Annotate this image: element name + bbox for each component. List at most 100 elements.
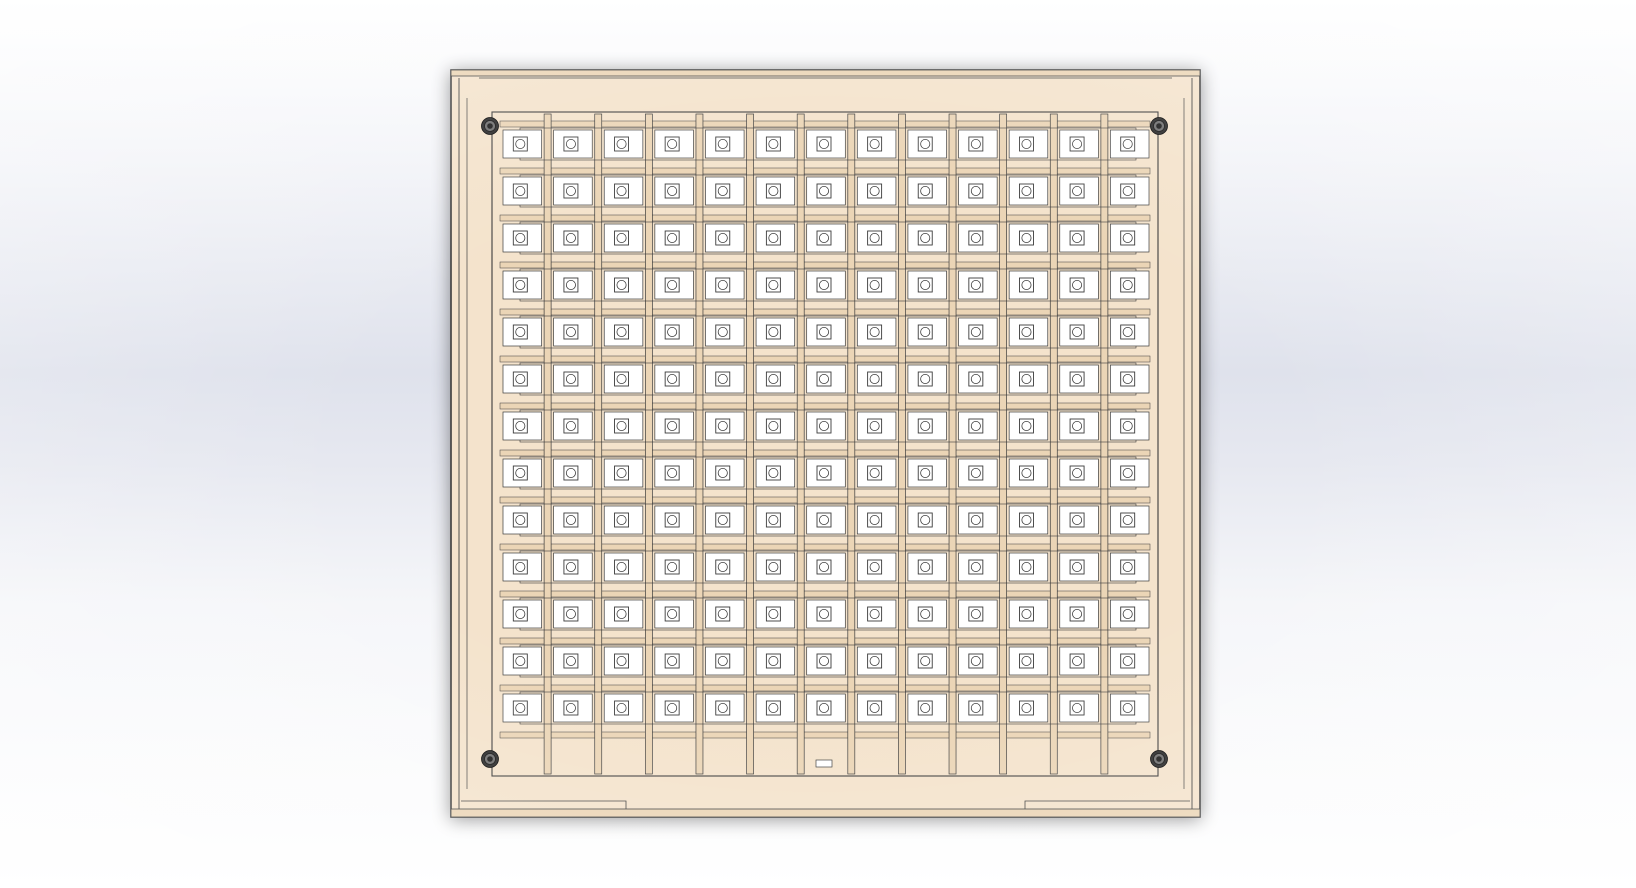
component-pad-icon (968, 230, 984, 246)
frame-bottom-lip (450, 808, 1201, 818)
component-pad-icon (715, 230, 731, 246)
component-pad-icon (512, 136, 528, 152)
column-rib (948, 113, 957, 775)
column-rib (543, 113, 552, 775)
component-pad-icon (867, 653, 883, 669)
component-pad-icon (664, 324, 680, 340)
component-pad-icon (1069, 465, 1085, 481)
component-pad-icon (968, 606, 984, 622)
component-pad-icon (867, 183, 883, 199)
component-pad-icon (563, 277, 579, 293)
column-rib (695, 113, 704, 775)
component-pad-icon (1019, 324, 1034, 340)
component-pad-icon (563, 700, 579, 716)
component-pad-icon (563, 371, 579, 387)
component-pad-icon (563, 559, 579, 575)
component-pad-icon (1019, 183, 1034, 199)
component-pad-icon (614, 324, 629, 340)
component-pad-icon (1120, 277, 1136, 293)
component-pad-icon (765, 183, 781, 199)
component-pad-icon (715, 465, 731, 481)
component-pad-icon (765, 324, 781, 340)
column-rib (594, 113, 603, 775)
component-pad-icon (1069, 653, 1085, 669)
mounting-hole-icon (1150, 750, 1168, 768)
mounting-hole-icon (481, 750, 499, 768)
column-rib (796, 113, 805, 775)
component-pad-icon (715, 606, 731, 622)
component-pad-icon (765, 512, 781, 528)
component-pad-icon (715, 700, 731, 716)
component-pad-icon (968, 700, 984, 716)
component-pad-icon (512, 418, 528, 434)
component-pad-icon (614, 136, 629, 152)
component-pad-icon (816, 136, 832, 152)
component-pad-icon (1069, 230, 1085, 246)
component-pad-icon (765, 230, 781, 246)
component-pad-icon (917, 418, 933, 434)
panel-model[interactable] (0, 0, 1636, 888)
component-pad-icon (614, 465, 629, 481)
component-pad-icon (765, 418, 781, 434)
component-pad-icon (614, 277, 629, 293)
component-pad-icon (614, 183, 629, 199)
component-pad-icon (614, 559, 629, 575)
component-pad-icon (715, 418, 731, 434)
component-pad-icon (917, 653, 933, 669)
component-pad-icon (614, 418, 629, 434)
component-pad-icon (1019, 230, 1034, 246)
component-pad-icon (512, 230, 528, 246)
column-rib (746, 113, 754, 775)
component-pad-icon (563, 512, 579, 528)
cad-viewport[interactable] (0, 0, 1636, 888)
component-pad-icon (563, 324, 579, 340)
component-pad-icon (614, 230, 629, 246)
component-pad-icon (614, 653, 629, 669)
component-pad-icon (512, 183, 528, 199)
component-pad-icon (614, 606, 629, 622)
component-pad-icon (968, 512, 984, 528)
component-pad-icon (917, 465, 933, 481)
component-pad-icon (614, 700, 629, 716)
component-pad-icon (1019, 136, 1034, 152)
frame-top-lip (450, 69, 1201, 77)
component-pad-icon (968, 418, 984, 434)
component-pad-icon (563, 183, 579, 199)
component-pad-icon (816, 653, 832, 669)
component-pad-icon (664, 653, 680, 669)
column-rib (1100, 113, 1109, 775)
component-pad-icon (1019, 371, 1034, 387)
component-pad-icon (867, 559, 883, 575)
component-pad-icon (816, 277, 832, 293)
component-pad-icon (1019, 277, 1034, 293)
component-pad-icon (1120, 418, 1136, 434)
inner-plate (491, 111, 1159, 777)
component-pad-icon (1120, 606, 1136, 622)
component-pad-icon (917, 277, 933, 293)
component-pad-icon (614, 512, 629, 528)
component-pad-icon (1069, 559, 1085, 575)
component-pad-icon (867, 230, 883, 246)
component-pad-icon (715, 653, 731, 669)
component-pad-icon (968, 277, 984, 293)
column-rib (1049, 113, 1058, 775)
component-pad-icon (816, 465, 832, 481)
component-pad-icon (664, 512, 680, 528)
component-pad-icon (1069, 183, 1085, 199)
component-pad-icon (664, 559, 680, 575)
component-pad-icon (968, 324, 984, 340)
component-pad-icon (1120, 653, 1136, 669)
component-pad-icon (1019, 465, 1034, 481)
component-pad-icon (1069, 277, 1085, 293)
component-pad-icon (867, 371, 883, 387)
component-pad-icon (816, 700, 832, 716)
component-pad-icon (917, 559, 933, 575)
component-pad-icon (664, 183, 680, 199)
component-pad-icon (917, 371, 933, 387)
component-pad-icon (917, 230, 933, 246)
component-pad-icon (715, 136, 731, 152)
component-pad-icon (816, 606, 832, 622)
component-pad-icon (614, 371, 629, 387)
component-pad-icon (1019, 700, 1034, 716)
component-pad-icon (968, 371, 984, 387)
